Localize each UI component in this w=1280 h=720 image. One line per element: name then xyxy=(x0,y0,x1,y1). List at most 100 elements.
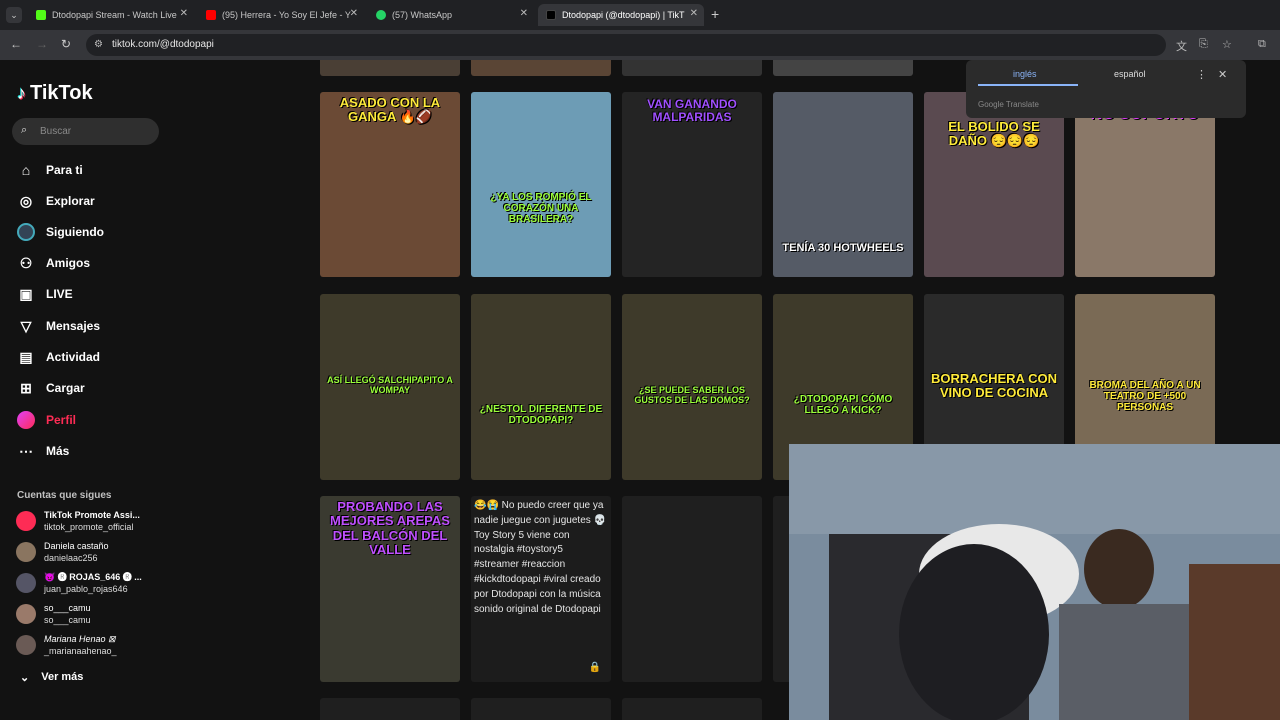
omnibox[interactable]: ⚙ tiktok.com/@dtodopapi xyxy=(86,34,1166,56)
video-thumbnail-loading[interactable] xyxy=(320,698,460,720)
address-bar-row: ← → ↻ ⚙ tiktok.com/@dtodopapi 文 ⎘ ☆ ⧉ xyxy=(0,30,1280,60)
video-caption: EL BOLIDO SE DAÑO 😔😔😔 xyxy=(948,119,1040,149)
nav-item-siguiendo[interactable]: Siguiendo xyxy=(17,221,104,243)
search-input[interactable]: ⌕ Buscar xyxy=(12,118,159,145)
youtube-favicon-icon xyxy=(206,10,216,20)
close-tab-icon[interactable]: ✕ xyxy=(350,8,358,19)
video-thumbnail[interactable]: PROBANDO LAS MEJORES AREPAS DEL BALCÓN D… xyxy=(320,496,460,682)
active-language-indicator xyxy=(978,84,1078,86)
nav-item-actividad[interactable]: ▤ Actividad xyxy=(17,346,100,368)
avatar xyxy=(16,604,36,624)
nav-item-mas[interactable]: ⋯ Más xyxy=(17,440,69,462)
reload-icon[interactable]: ↻ xyxy=(61,37,71,51)
video-thumbnail[interactable]: ¿YA LOS ROMPIÓ EL CORAZÓN UNA BRASILERA? xyxy=(471,92,611,277)
tiktok-note-icon: ♪ xyxy=(17,83,26,103)
close-tab-icon[interactable]: ✕ xyxy=(690,8,698,19)
tiktok-sidebar: ♪ TikTok ⌕ Buscar ⌂ Para ti ◎ Explorar S… xyxy=(0,60,180,720)
tiktok-logo[interactable]: ♪ TikTok xyxy=(17,82,93,105)
browser-tab-kick[interactable]: Dtodopapi Stream - Watch Live ✕ xyxy=(28,4,194,26)
video-thumbnail[interactable]: ¿SE PUEDE SABER LOS GUSTOS DE LAS DOMOS? xyxy=(622,294,762,480)
see-more-label: Ver más xyxy=(41,671,84,683)
following-account[interactable]: so___camu so___camu xyxy=(16,602,91,626)
account-handle: _marianaahenao_ xyxy=(44,646,117,656)
video-caption: BORRACHERA CON VINO DE COCINA xyxy=(931,371,1057,401)
forward-arrow-icon[interactable]: → xyxy=(36,37,48,51)
video-thumbnail[interactable]: ASÍ LLEGÓ SALCHIPAPITO A WOMPAY xyxy=(320,294,460,480)
account-name: Daniela castaño xyxy=(44,541,109,551)
browser-tab-whatsapp[interactable]: (57) WhatsApp ✕ xyxy=(368,4,534,26)
video-thumbnail[interactable]: ¿NESTOL DIFERENTE DE DTODOPAPI? xyxy=(471,294,611,480)
browser-tab-bar: ⌄ Dtodopapi Stream - Watch Live ✕ (95) H… xyxy=(0,0,1280,30)
following-account[interactable]: 😈 🅡 ROJAS_646 🅡 ... juan_pablo_rojas646 xyxy=(16,571,142,595)
chevron-down-icon: ⌄ xyxy=(20,672,30,684)
extensions-icon[interactable]: ⧉ xyxy=(1258,38,1266,51)
video-thumbnail-partial[interactable] xyxy=(471,60,611,76)
nav-label: Mensajes xyxy=(46,319,101,333)
video-thumbnail-partial[interactable] xyxy=(320,60,460,76)
profile-avatar xyxy=(17,411,35,429)
nav-item-cargar[interactable]: ⊞ Cargar xyxy=(17,377,85,399)
video-caption: ¿SE PUEDE SABER LOS GUSTOS DE LAS DOMOS? xyxy=(634,385,750,405)
following-account[interactable]: TikTok Promote Assi... tiktok_promote_of… xyxy=(16,509,140,533)
video-thumbnail[interactable]: EL BOLIDO SE DAÑO 😔😔😔 xyxy=(924,92,1064,277)
video-thumbnail[interactable]: TENÍA 30 HOTWHEELS xyxy=(773,92,913,277)
tab-search-icon[interactable]: ⌄ xyxy=(6,7,22,23)
nav-item-live[interactable]: ▣ LIVE xyxy=(17,283,72,305)
google-translate-popup: inglés español Google Translate ⋮ ✕ xyxy=(966,60,1246,118)
tab-title: (57) WhatsApp xyxy=(392,10,453,20)
video-thumbnail-partial[interactable] xyxy=(622,60,762,76)
translate-options-icon[interactable]: ⋮ xyxy=(1196,68,1207,81)
nav-label: Cargar xyxy=(46,381,85,395)
upload-icon: ⊞ xyxy=(20,379,32,396)
video-caption: ASÍ LLEGÓ SALCHIPAPITO A WOMPAY xyxy=(327,375,453,395)
video-thumbnail-loading[interactable] xyxy=(471,698,611,720)
video-thumbnail-partial[interactable] xyxy=(773,60,913,76)
video-thumbnail-loading[interactable] xyxy=(622,698,762,720)
new-tab-plus-icon[interactable]: + xyxy=(711,6,719,22)
close-tab-icon[interactable]: ✕ xyxy=(520,8,528,19)
translate-provider: Google Translate xyxy=(978,100,1039,109)
following-account[interactable]: Mariana Henao ⊠ _marianaahenao_ xyxy=(16,633,117,657)
account-name: so___camu xyxy=(44,603,91,613)
video-description-card[interactable]: 😂😭 No puedo creer que ya nadie juegue co… xyxy=(471,496,611,682)
video-caption: BROMA DEL AÑO A UN TEATRO DE +500 PERSON… xyxy=(1089,380,1201,413)
video-thumbnail[interactable]: VAN GANANDO MALPARIDAS xyxy=(622,92,762,277)
translate-icon[interactable]: 文 xyxy=(1176,38,1187,54)
compass-icon: ◎ xyxy=(19,192,33,209)
nav-item-para-ti[interactable]: ⌂ Para ti xyxy=(17,159,83,181)
see-more-button[interactable]: ⌄ Ver más xyxy=(20,671,83,684)
webcam-image xyxy=(789,444,1280,720)
back-arrow-icon[interactable]: ← xyxy=(10,37,22,51)
avatar xyxy=(16,635,36,655)
install-app-icon[interactable]: ⎘ xyxy=(1199,38,1208,51)
live-icon: ▣ xyxy=(19,285,33,302)
browser-tab-tiktok[interactable]: Dtodopapi (@dtodopapi) | TikT ✕ xyxy=(538,4,704,26)
following-account[interactable]: Daniela castaño danielaac256 xyxy=(16,540,109,564)
video-caption: ASADO CON LA GANGA 🔥🏈 xyxy=(339,95,441,125)
nav-item-explorar[interactable]: ◎ Explorar xyxy=(17,190,95,212)
video-thumbnail[interactable]: NO SOPORTO xyxy=(1075,92,1215,277)
tab-title: Dtodopapi (@dtodopapi) | TikT xyxy=(562,10,685,20)
search-placeholder: Buscar xyxy=(40,126,72,137)
whatsapp-favicon-icon xyxy=(376,10,386,20)
site-settings-icon[interactable]: ⚙ xyxy=(94,39,103,50)
nav-item-amigos[interactable]: ⚇ Amigos xyxy=(17,252,90,274)
video-thumbnail-loading[interactable] xyxy=(622,496,762,682)
video-caption: VAN GANANDO MALPARIDAS xyxy=(647,97,737,125)
nav-label: Amigos xyxy=(46,256,91,270)
tiktok-favicon-icon xyxy=(546,10,556,20)
nav-label: Para ti xyxy=(46,163,83,177)
video-thumbnail[interactable]: ASADO CON LA GANGA 🔥🏈 xyxy=(320,92,460,277)
bookmark-star-icon[interactable]: ☆ xyxy=(1222,38,1232,51)
nav-item-perfil[interactable]: Perfil xyxy=(17,409,76,431)
translate-target-language[interactable]: español xyxy=(1114,69,1146,79)
nav-item-mensajes[interactable]: ▽ Mensajes xyxy=(17,315,100,337)
friends-icon: ⚇ xyxy=(19,254,33,271)
close-tab-icon[interactable]: ✕ xyxy=(180,8,188,19)
tab-title: Dtodopapi Stream - Watch Live xyxy=(52,10,177,20)
close-icon[interactable]: ✕ xyxy=(1218,68,1227,81)
video-caption: PROBANDO LAS MEJORES AREPAS DEL BALCÓN D… xyxy=(330,499,450,557)
account-handle: juan_pablo_rojas646 xyxy=(44,584,128,594)
translate-source-language[interactable]: inglés xyxy=(1013,69,1037,79)
browser-tab-youtube[interactable]: (95) Herrera - Yo Soy El Jefe - Y ✕ xyxy=(198,4,364,26)
